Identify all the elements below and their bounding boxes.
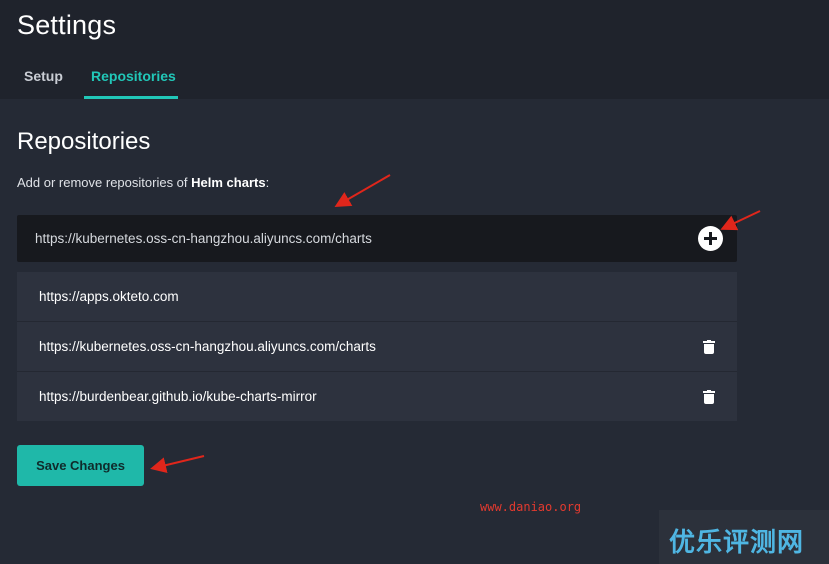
annotation-arrow [334, 174, 391, 207]
watermark-badge-text: 优乐评测网 [669, 527, 805, 557]
annotation-arrow [720, 210, 761, 231]
watermark-url: www.daniao.org [480, 500, 582, 514]
annotation-arrows [150, 174, 761, 473]
annotation-arrow [150, 455, 205, 473]
watermark-badge: 优乐评测网 [659, 510, 829, 564]
